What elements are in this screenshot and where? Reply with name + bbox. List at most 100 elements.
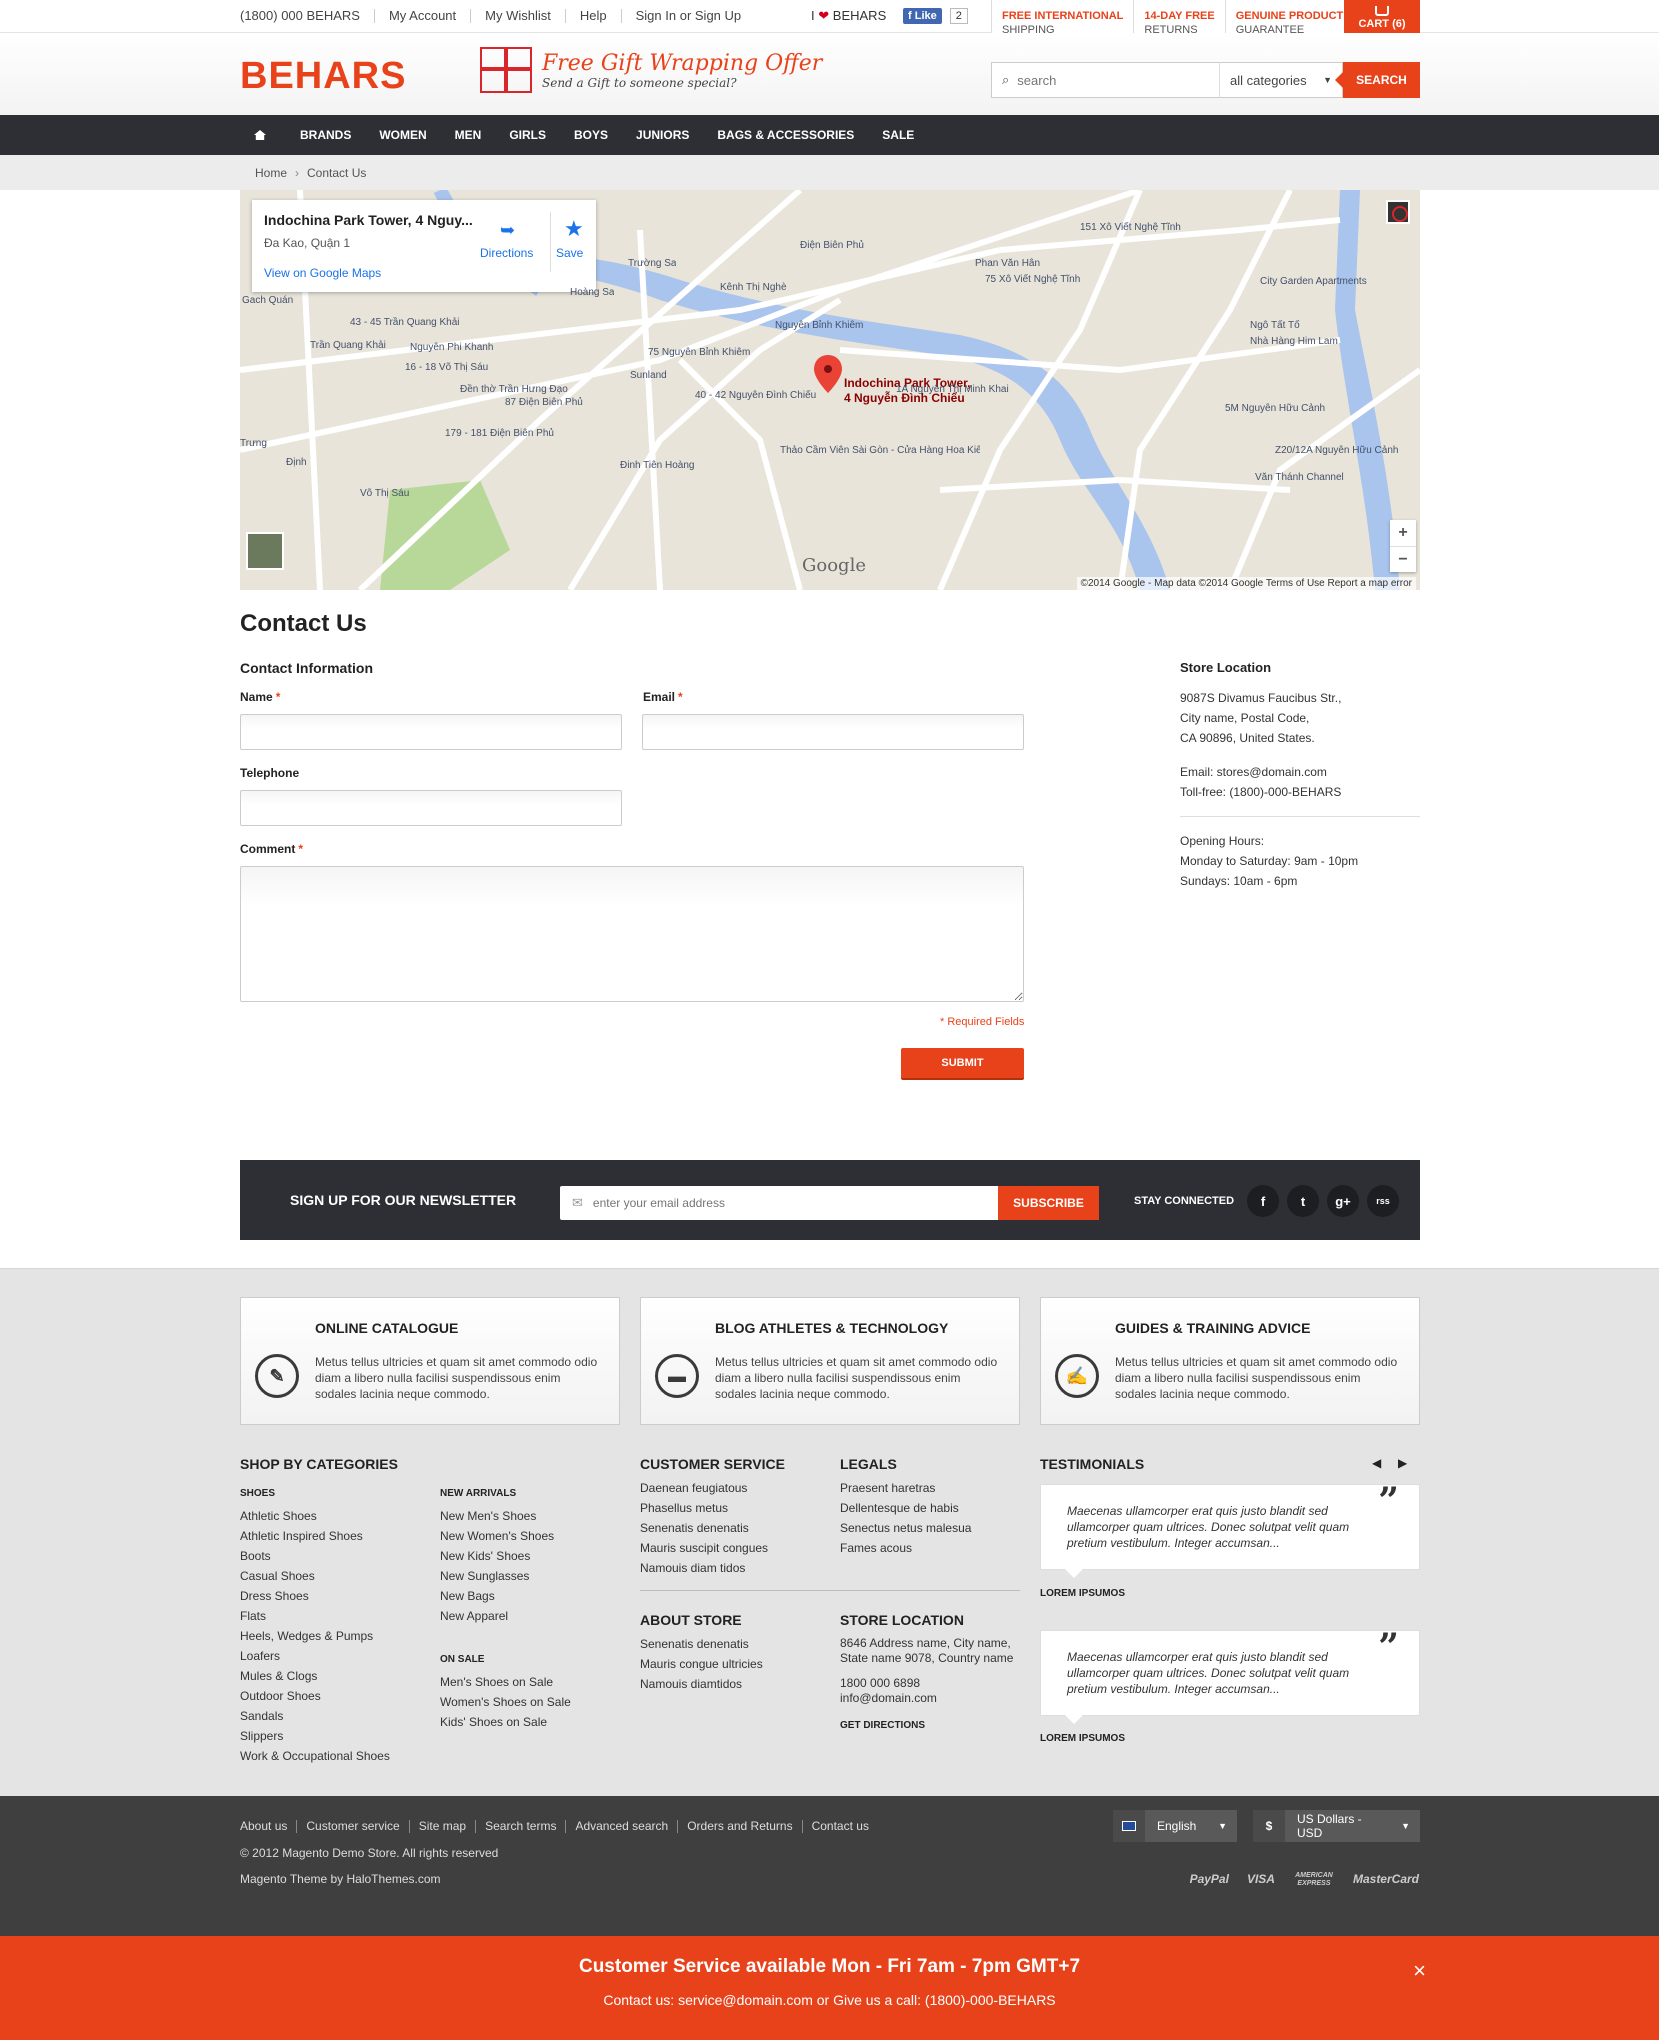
theme-credit[interactable]: Magento Theme by HaloThemes.com: [240, 1872, 441, 1886]
footer-link[interactable]: Boots: [240, 1546, 390, 1566]
search-button[interactable]: SEARCH: [1335, 62, 1420, 98]
customer-service-link[interactable]: Customer service: [296, 1820, 408, 1833]
footer-link[interactable]: Senectus netus malesua: [840, 1518, 971, 1538]
google-map[interactable]: Indochina Park Tower, 4 Nguyễn Đình Chiể…: [240, 190, 1420, 590]
map-street-label: Trần Quang Khải: [310, 340, 386, 351]
gift-wrapping-banner[interactable]: Free Gift Wrapping Offer Send a Gift to …: [480, 47, 822, 93]
comment-textarea[interactable]: [240, 866, 1024, 1002]
zoom-out-button[interactable]: −: [1390, 546, 1416, 572]
facebook-icon[interactable]: f: [1247, 1185, 1279, 1217]
footer-link[interactable]: Mauris congue ultricies: [640, 1654, 763, 1674]
close-icon[interactable]: ×: [1413, 1958, 1426, 1984]
footer-link[interactable]: Work & Occupational Shoes: [240, 1746, 390, 1766]
feature-online-catalogue[interactable]: ✎ ONLINE CATALOGUE Metus tellus ultricie…: [240, 1297, 620, 1425]
email-field[interactable]: [642, 714, 1024, 750]
footer-link[interactable]: Senenatis denenatis: [640, 1634, 763, 1654]
home-icon[interactable]: [254, 130, 266, 140]
twitter-icon[interactable]: t: [1287, 1185, 1319, 1217]
category-select[interactable]: all categories ▼: [1219, 62, 1343, 98]
footer-link[interactable]: Dellentesque de habis: [840, 1498, 971, 1518]
star-icon[interactable]: ★: [564, 216, 584, 242]
directions-link[interactable]: Directions: [480, 246, 533, 260]
facebook-like: f Like 2: [903, 7, 968, 25]
nav-sale[interactable]: SALE: [868, 128, 928, 142]
footer-link[interactable]: Kids' Shoes on Sale: [440, 1712, 571, 1732]
save-link[interactable]: Save: [556, 246, 583, 260]
view-on-google-maps-link[interactable]: View on Google Maps: [264, 266, 584, 280]
google-plus-icon[interactable]: g+: [1327, 1185, 1359, 1217]
footer-link[interactable]: Dress Shoes: [240, 1586, 390, 1606]
nav-men[interactable]: MEN: [441, 128, 496, 142]
nav-girls[interactable]: GIRLS: [495, 128, 560, 142]
feature-guides[interactable]: ✍ GUIDES & TRAINING ADVICE Metus tellus …: [1040, 1297, 1420, 1425]
footer-link[interactable]: Namouis diamtidos: [640, 1674, 763, 1694]
submit-button[interactable]: SUBMIT: [901, 1048, 1024, 1080]
nav-brands[interactable]: BRANDS: [286, 128, 365, 142]
map-fullscreen-icon[interactable]: [1386, 200, 1410, 224]
help-link[interactable]: Help: [564, 9, 621, 23]
testimonials-next-icon[interactable]: ▶: [1398, 1456, 1407, 1470]
footer-link[interactable]: Daenean feugiatous: [640, 1478, 768, 1498]
footer-link[interactable]: New Men's Shoes: [440, 1506, 554, 1526]
footer-email[interactable]: info@domain.com: [840, 1691, 1013, 1706]
logo[interactable]: BEHARS: [240, 55, 406, 98]
get-directions-link[interactable]: GET DIRECTIONS: [840, 1720, 925, 1731]
footer-link[interactable]: New Apparel: [440, 1606, 554, 1626]
sign-in-link[interactable]: Sign In or Sign Up: [620, 9, 756, 23]
store-email[interactable]: Email: stores@domain.com: [1180, 762, 1420, 782]
footer-link[interactable]: Sandals: [240, 1706, 390, 1726]
footer-link[interactable]: Praesent haretras: [840, 1478, 971, 1498]
footer-link[interactable]: New Sunglasses: [440, 1566, 554, 1586]
footer-link[interactable]: Fames acous: [840, 1538, 971, 1558]
newsletter-email-input[interactable]: [592, 1196, 973, 1210]
footer-link[interactable]: Casual Shoes: [240, 1566, 390, 1586]
footer-link[interactable]: New Women's Shoes: [440, 1526, 554, 1546]
breadcrumb-home[interactable]: Home: [255, 166, 287, 180]
footer-link[interactable]: Mules & Clogs: [240, 1666, 390, 1686]
satellite-toggle[interactable]: [246, 532, 284, 570]
nav-women[interactable]: WOMEN: [365, 128, 440, 142]
footer-link[interactable]: New Bags: [440, 1586, 554, 1606]
my-account-link[interactable]: My Account: [373, 9, 470, 23]
advanced-search-link[interactable]: Advanced search: [565, 1820, 677, 1833]
footer-link[interactable]: Flats: [240, 1606, 390, 1626]
rss-icon[interactable]: rss: [1367, 1185, 1399, 1217]
about-us-link[interactable]: About us: [240, 1820, 296, 1833]
currency-select[interactable]: $ US Dollars - USD ▼: [1253, 1810, 1420, 1842]
footer-link[interactable]: Phasellus metus: [640, 1498, 768, 1518]
subscribe-button[interactable]: SUBSCRIBE: [998, 1186, 1099, 1220]
footer-address-line: 8646 Address name, City name,: [840, 1636, 1011, 1650]
language-value: English: [1157, 1819, 1197, 1833]
site-map-link[interactable]: Site map: [408, 1820, 475, 1833]
footer-link[interactable]: Athletic Shoes: [240, 1506, 390, 1526]
footer-link[interactable]: Athletic Inspired Shoes: [240, 1526, 390, 1546]
footer-link[interactable]: Senenatis denenatis: [640, 1518, 768, 1538]
footer-link[interactable]: Women's Shoes on Sale: [440, 1692, 571, 1712]
feature-blog[interactable]: ▬ BLOG ATHLETES & TECHNOLOGY Metus tellu…: [640, 1297, 1020, 1425]
directions-icon[interactable]: ➥: [500, 220, 515, 241]
nav-bags-accessories[interactable]: BAGS & ACCESSORIES: [703, 128, 868, 142]
footer-link[interactable]: New Kids' Shoes: [440, 1546, 554, 1566]
my-wishlist-link[interactable]: My Wishlist: [470, 9, 565, 23]
nav-juniors[interactable]: JUNIORS: [622, 128, 703, 142]
map-copyright[interactable]: ©2014 Google - Map data ©2014 Google Ter…: [1076, 577, 1416, 590]
search-terms-link[interactable]: Search terms: [475, 1820, 565, 1833]
footer-link[interactable]: Outdoor Shoes: [240, 1686, 390, 1706]
name-field[interactable]: [240, 714, 622, 750]
telephone-field[interactable]: [240, 790, 622, 826]
footer-link[interactable]: Namouis diam tidos: [640, 1558, 768, 1578]
testimonials-prev-icon[interactable]: ◀: [1372, 1456, 1381, 1470]
footer-link[interactable]: Mauris suscipit congues: [640, 1538, 768, 1558]
search-input[interactable]: [1017, 72, 1198, 88]
contact-us-link[interactable]: Contact us: [801, 1820, 878, 1833]
nav-boys[interactable]: BOYS: [560, 128, 622, 142]
footer-link[interactable]: Loafers: [240, 1646, 390, 1666]
phone-link[interactable]: (1800) 000 BEHARS: [240, 9, 374, 23]
footer-link[interactable]: Slippers: [240, 1726, 390, 1746]
zoom-in-button[interactable]: +: [1390, 520, 1416, 546]
orders-returns-link[interactable]: Orders and Returns: [677, 1820, 801, 1833]
language-select[interactable]: English ▼: [1113, 1810, 1237, 1842]
facebook-like-button[interactable]: f Like: [903, 8, 942, 24]
footer-link[interactable]: Men's Shoes on Sale: [440, 1672, 571, 1692]
footer-link[interactable]: Heels, Wedges & Pumps: [240, 1626, 390, 1646]
